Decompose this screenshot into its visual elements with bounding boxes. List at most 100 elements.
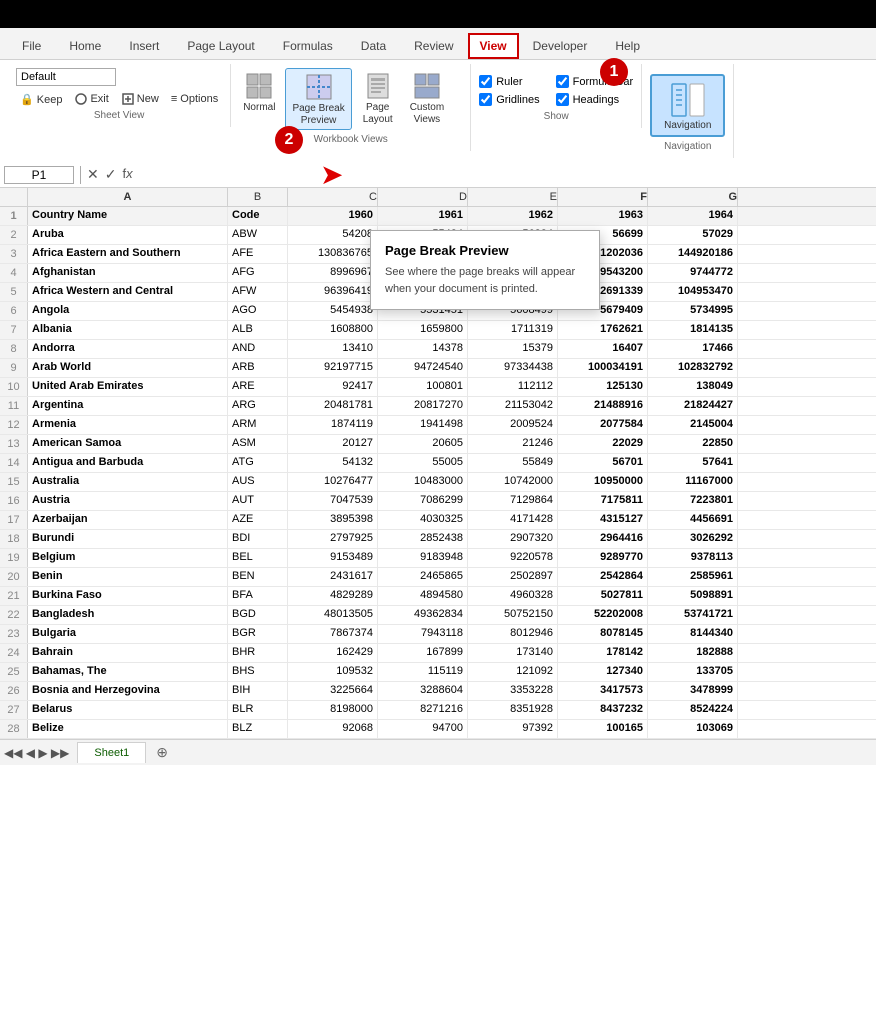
cell-1963[interactable]: 178142 [558, 644, 648, 662]
exit-button[interactable]: Exit [70, 90, 112, 108]
tab-page-layout[interactable]: Page Layout [173, 33, 268, 59]
cell-1964[interactable]: 102832792 [648, 359, 738, 377]
cell-1963[interactable]: 100034191 [558, 359, 648, 377]
cell-1960[interactable]: 9153489 [288, 549, 378, 567]
cell-1964[interactable]: 2145004 [648, 416, 738, 434]
cell-country[interactable]: Armenia [28, 416, 228, 434]
cell-1962[interactable]: 1711319 [468, 321, 558, 339]
cell-country[interactable]: Bahrain [28, 644, 228, 662]
options-button[interactable]: ≡ Options [167, 91, 222, 107]
cell-1962[interactable]: 121092 [468, 663, 558, 681]
cell-1964[interactable]: 1814135 [648, 321, 738, 339]
gridlines-checkbox[interactable] [479, 93, 492, 106]
cell-code[interactable]: AUS [228, 473, 288, 491]
cell-1961[interactable]: 115119 [378, 663, 468, 681]
cell-1962[interactable]: 2907320 [468, 530, 558, 548]
cell-1964[interactable]: 22850 [648, 435, 738, 453]
cell-1960[interactable]: 92197715 [288, 359, 378, 377]
cell-1963[interactable]: 2542864 [558, 568, 648, 586]
cell-1964[interactable]: 57029 [648, 226, 738, 244]
cell-1960[interactable]: 54132 [288, 454, 378, 472]
cell-1961[interactable]: 1961 [378, 207, 468, 225]
cell-1961[interactable]: 55005 [378, 454, 468, 472]
navigation-button[interactable]: Navigation [650, 74, 725, 137]
cell-1960[interactable]: 1874119 [288, 416, 378, 434]
cell-code[interactable]: BDI [228, 530, 288, 548]
cell-country[interactable]: Arab World [28, 359, 228, 377]
cell-country[interactable]: Country Name [28, 207, 228, 225]
cell-1962[interactable]: 2502897 [468, 568, 558, 586]
cell-1963[interactable]: 5027811 [558, 587, 648, 605]
tab-insert[interactable]: Insert [115, 33, 173, 59]
cell-1960[interactable]: 2797925 [288, 530, 378, 548]
cell-1964[interactable]: 8524224 [648, 701, 738, 719]
cell-1962[interactable]: 112112 [468, 378, 558, 396]
cell-1963[interactable]: 9289770 [558, 549, 648, 567]
cell-1960[interactable]: 1960 [288, 207, 378, 225]
cell-1960[interactable]: 13410 [288, 340, 378, 358]
cell-1964[interactable]: 8144340 [648, 625, 738, 643]
cell-1964[interactable]: 144920186 [648, 245, 738, 263]
cell-country[interactable]: Belarus [28, 701, 228, 719]
cell-1960[interactable]: 8996967 [288, 264, 378, 282]
cell-1962[interactable]: 4171428 [468, 511, 558, 529]
ruler-checkbox[interactable] [479, 75, 492, 88]
cell-1964[interactable]: 5098891 [648, 587, 738, 605]
cell-1962[interactable]: 173140 [468, 644, 558, 662]
cell-code[interactable]: ASM [228, 435, 288, 453]
cell-code[interactable]: ARE [228, 378, 288, 396]
cell-1961[interactable]: 9183948 [378, 549, 468, 567]
cell-code[interactable]: BLR [228, 701, 288, 719]
cell-1963[interactable]: 21488916 [558, 397, 648, 415]
cell-1960[interactable]: 130836765 [288, 245, 378, 263]
new-sheet-view-button[interactable]: New [117, 90, 163, 108]
cell-country[interactable]: Albania [28, 321, 228, 339]
cell-1964[interactable]: 9378113 [648, 549, 738, 567]
confirm-formula-icon[interactable]: ✓ [105, 166, 117, 183]
cell-1960[interactable]: 3225664 [288, 682, 378, 700]
tab-file[interactable]: File [8, 33, 55, 59]
normal-view-button[interactable]: Normal [237, 68, 281, 130]
cell-1964[interactable]: 7223801 [648, 492, 738, 510]
cell-1962[interactable]: 50752150 [468, 606, 558, 624]
cell-1961[interactable]: 2465865 [378, 568, 468, 586]
cell-1961[interactable]: 14378 [378, 340, 468, 358]
cell-country[interactable]: Aruba [28, 226, 228, 244]
cell-code[interactable]: AUT [228, 492, 288, 510]
cell-1961[interactable]: 1659800 [378, 321, 468, 339]
cell-1962[interactable]: 7129864 [468, 492, 558, 510]
cell-1964[interactable]: 133705 [648, 663, 738, 681]
sheet-view-dropdown[interactable]: Default [16, 68, 116, 86]
cell-code[interactable]: BFA [228, 587, 288, 605]
cell-1961[interactable]: 7086299 [378, 492, 468, 510]
cell-1962[interactable]: 21246 [468, 435, 558, 453]
cell-1960[interactable]: 2431617 [288, 568, 378, 586]
cell-country[interactable]: Bosnia and Herzegovina [28, 682, 228, 700]
cell-code[interactable]: BIH [228, 682, 288, 700]
cell-1962[interactable]: 10742000 [468, 473, 558, 491]
add-sheet-button[interactable]: ⊕ [148, 740, 176, 765]
formula-input[interactable] [137, 167, 872, 183]
cell-1963[interactable]: 4315127 [558, 511, 648, 529]
cell-code[interactable]: ARB [228, 359, 288, 377]
cell-1964[interactable]: 2585961 [648, 568, 738, 586]
cell-country[interactable]: Bahamas, The [28, 663, 228, 681]
cell-1960[interactable]: 4829289 [288, 587, 378, 605]
tab-developer[interactable]: Developer [519, 33, 602, 59]
cell-1960[interactable]: 1608800 [288, 321, 378, 339]
cell-country[interactable]: Belgium [28, 549, 228, 567]
cell-1960[interactable]: 20481781 [288, 397, 378, 415]
cell-1961[interactable]: 94700 [378, 720, 468, 738]
sheet-tab-sheet1[interactable]: Sheet1 [77, 742, 146, 763]
page-break-preview-button[interactable]: Page BreakPreview [285, 68, 351, 130]
cell-1962[interactable]: 55849 [468, 454, 558, 472]
keep-button[interactable]: 🔒 Keep [16, 91, 66, 108]
cell-1960[interactable]: 48013505 [288, 606, 378, 624]
cell-code[interactable]: ARM [228, 416, 288, 434]
cell-1960[interactable]: 5454938 [288, 302, 378, 320]
cell-code[interactable]: BGD [228, 606, 288, 624]
cell-1961[interactable]: 167899 [378, 644, 468, 662]
tab-review[interactable]: Review [400, 33, 467, 59]
cell-1960[interactable]: 92417 [288, 378, 378, 396]
cell-1961[interactable]: 7943118 [378, 625, 468, 643]
